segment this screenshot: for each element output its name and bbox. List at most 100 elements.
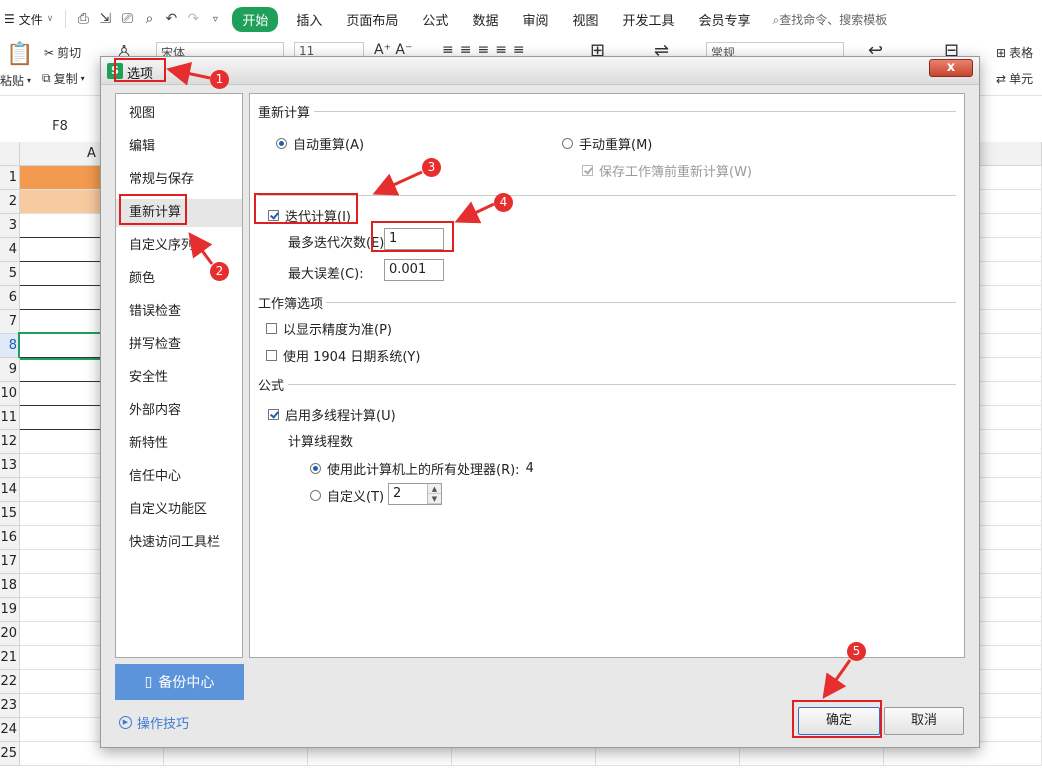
- auto-recalc-radio[interactable]: 自动重算(A): [276, 134, 364, 153]
- row-header[interactable]: 2: [0, 190, 20, 214]
- redo-icon[interactable]: ↷: [182, 11, 204, 27]
- backup-label: 备份中心: [158, 675, 215, 691]
- group-divider: [314, 111, 956, 112]
- row-header[interactable]: 19: [0, 598, 20, 622]
- row-header[interactable]: 24: [0, 718, 20, 742]
- row-header[interactable]: 14: [0, 478, 20, 502]
- row-header[interactable]: 10: [0, 382, 20, 406]
- custom-threads-value: 2: [393, 486, 402, 501]
- row-header[interactable]: 5: [0, 262, 20, 286]
- nav-item[interactable]: 自定义序列: [116, 232, 242, 260]
- backup-icon: ▯: [144, 674, 153, 690]
- preview-icon[interactable]: ⌕: [138, 11, 160, 27]
- row-header[interactable]: 7: [0, 310, 20, 334]
- command-search[interactable]: ⌕查找命令、搜索模板: [773, 11, 888, 28]
- tab-formula[interactable]: 公式: [410, 10, 460, 29]
- tab-start[interactable]: 开始: [232, 6, 279, 32]
- dialog-titlebar[interactable]: S 选项 x: [101, 57, 979, 85]
- use-all-processors-radio[interactable]: 使用此计算机上的所有处理器(R): 4: [310, 459, 534, 478]
- nav-item[interactable]: 外部内容: [116, 397, 242, 425]
- annotation-highlight: [792, 700, 882, 738]
- cancel-button[interactable]: 取消: [884, 707, 964, 735]
- save-recalc-label: 保存工作簿前重新计算(W): [599, 165, 752, 180]
- row-header[interactable]: 8: [0, 334, 20, 358]
- row-header[interactable]: 6: [0, 286, 20, 310]
- nav-item[interactable]: 常规与保存: [116, 166, 242, 194]
- nav-item[interactable]: 自定义功能区: [116, 496, 242, 524]
- row-header[interactable]: 11: [0, 406, 20, 430]
- tab-developer[interactable]: 开发工具: [610, 10, 686, 29]
- undo-icon[interactable]: ↶: [160, 11, 182, 27]
- close-button[interactable]: x: [929, 59, 973, 77]
- checkbox-icon: [266, 350, 277, 361]
- file-menu[interactable]: ☰ 文件 ∨: [0, 11, 59, 28]
- table-button[interactable]: ⊞ 表格: [996, 44, 1033, 61]
- chevron-down-icon[interactable]: ▼: [428, 494, 441, 504]
- custom-threads-radio[interactable]: 自定义(T): [310, 486, 384, 505]
- copy-button[interactable]: ⧉ 复制 ▾: [42, 70, 85, 87]
- backup-center-button[interactable]: ▯ 备份中心: [115, 664, 244, 700]
- processor-count: 4: [525, 461, 534, 476]
- stepper-arrows[interactable]: ▲ ▼: [427, 484, 441, 504]
- row-header[interactable]: 1: [0, 166, 20, 190]
- cut-button[interactable]: ✂ 剪切: [44, 44, 81, 61]
- annotation-badge: 3: [422, 158, 441, 177]
- row-header[interactable]: 16: [0, 526, 20, 550]
- tab-view[interactable]: 视图: [560, 10, 610, 29]
- radio-icon: [310, 490, 321, 501]
- paste-label: 粘贴: [0, 74, 25, 88]
- row-header[interactable]: 20: [0, 622, 20, 646]
- row-header[interactable]: 22: [0, 670, 20, 694]
- customize-icon[interactable]: ▿: [204, 14, 226, 25]
- nav-item[interactable]: 视图: [116, 100, 242, 128]
- use-all-processors-label: 使用此计算机上的所有处理器(R):: [327, 463, 520, 478]
- annotation-badge: 2: [210, 262, 229, 281]
- nav-item[interactable]: 快速访问工具栏: [116, 529, 242, 557]
- auto-recalc-label: 自动重算(A): [293, 138, 365, 153]
- save-icon[interactable]: ⎙: [72, 11, 94, 27]
- tab-member[interactable]: 会员专享: [687, 10, 763, 29]
- print-icon[interactable]: ⎚: [116, 11, 138, 27]
- cell-button[interactable]: ⇄ 单元: [996, 70, 1033, 87]
- row-header[interactable]: 12: [0, 430, 20, 454]
- row-header[interactable]: 3: [0, 214, 20, 238]
- row-header[interactable]: 18: [0, 574, 20, 598]
- custom-threads-stepper[interactable]: 2 ▲ ▼: [388, 483, 442, 505]
- group-divider: [326, 302, 956, 303]
- precision-as-displayed-checkbox[interactable]: 以显示精度为准(P): [266, 319, 392, 338]
- tab-review[interactable]: 审阅: [510, 10, 560, 29]
- nav-item[interactable]: 拼写检查: [116, 331, 242, 359]
- tips-link[interactable]: ▶ 操作技巧: [119, 713, 189, 732]
- chevron-up-icon[interactable]: ▲: [428, 484, 441, 494]
- paste-button[interactable]: 粘贴 ▾: [0, 72, 31, 89]
- row-header[interactable]: 25: [0, 742, 20, 766]
- row-header[interactable]: 15: [0, 502, 20, 526]
- group-title-workbook: 工作簿选项: [258, 297, 324, 312]
- cell-label: 单元: [1009, 72, 1034, 86]
- nav-item[interactable]: 信任中心: [116, 463, 242, 491]
- max-change-input[interactable]: 0.001: [384, 259, 444, 281]
- tab-data[interactable]: 数据: [460, 10, 510, 29]
- date-1904-label: 使用 1904 日期系统(Y): [283, 350, 421, 365]
- row-header[interactable]: 9: [0, 358, 20, 382]
- date-1904-checkbox[interactable]: 使用 1904 日期系统(Y): [266, 346, 420, 365]
- export-icon[interactable]: ⇲: [94, 11, 116, 27]
- tab-insert[interactable]: 插入: [284, 10, 334, 29]
- row-header[interactable]: 21: [0, 646, 20, 670]
- menu-bar: ☰ 文件 ∨ ⎙ ⇲ ⎚ ⌕ ↶ ↷ ▿ 开始 插入 页面布局 公式 数据 审阅…: [0, 0, 1042, 38]
- row-header[interactable]: 17: [0, 550, 20, 574]
- nav-item[interactable]: 编辑: [116, 133, 242, 161]
- row-header[interactable]: 4: [0, 238, 20, 262]
- multithread-checkbox[interactable]: 启用多线程计算(U): [268, 405, 396, 424]
- select-all-corner[interactable]: [0, 142, 20, 166]
- nav-item[interactable]: 安全性: [116, 364, 242, 392]
- radio-selected-icon: [310, 463, 321, 474]
- group-divider: [258, 195, 956, 196]
- nav-item[interactable]: 错误检查: [116, 298, 242, 326]
- row-header[interactable]: 23: [0, 694, 20, 718]
- tab-page-layout[interactable]: 页面布局: [334, 10, 410, 29]
- paste-icon[interactable]: 📋: [6, 42, 33, 67]
- row-header[interactable]: 13: [0, 454, 20, 478]
- manual-recalc-radio[interactable]: 手动重算(M): [562, 134, 652, 153]
- nav-item[interactable]: 新特性: [116, 430, 242, 458]
